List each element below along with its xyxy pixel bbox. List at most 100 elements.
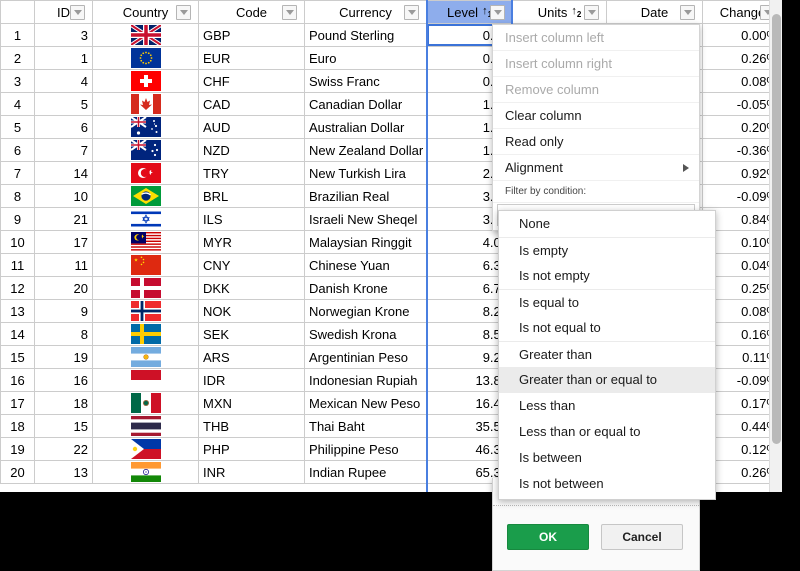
cell-currency[interactable]: Thai Baht (305, 415, 427, 438)
cell-code[interactable]: CHF (199, 70, 305, 93)
cell-currency[interactable]: Australian Dollar (305, 116, 427, 139)
cell-id[interactable]: 17 (35, 231, 93, 254)
vertical-scrollbar[interactable] (769, 0, 782, 492)
condition-item-is-between[interactable]: Is between (499, 445, 715, 471)
cell-currency[interactable]: Swiss Franc (305, 70, 427, 93)
condition-item-greater-than[interactable]: Greater than (499, 341, 715, 367)
column-header-id[interactable]: ID (35, 1, 93, 24)
cell-currency[interactable]: Danish Krone (305, 277, 427, 300)
row-number[interactable]: 14 (1, 323, 35, 346)
cell-code[interactable]: ILS (199, 208, 305, 231)
row-number[interactable]: 18 (1, 415, 35, 438)
row-number[interactable]: 11 (1, 254, 35, 277)
cell-country-flag[interactable] (93, 24, 199, 47)
cell-country-flag[interactable] (93, 116, 199, 139)
cell-id[interactable]: 8 (35, 323, 93, 346)
cell-country-flag[interactable] (93, 93, 199, 116)
context-menu-item-read-only[interactable]: Read only (493, 129, 699, 155)
row-number[interactable]: 5 (1, 116, 35, 139)
column-header-country[interactable]: Country (93, 1, 199, 24)
context-menu-item-alignment[interactable]: Alignment (493, 155, 699, 181)
cell-id[interactable]: 13 (35, 461, 93, 484)
row-number[interactable]: 10 (1, 231, 35, 254)
row-number[interactable]: 9 (1, 208, 35, 231)
cell-id[interactable]: 14 (35, 162, 93, 185)
cell-country-flag[interactable] (93, 70, 199, 93)
cell-code[interactable]: THB (199, 415, 305, 438)
cell-country-flag[interactable] (93, 392, 199, 415)
cell-id[interactable]: 6 (35, 116, 93, 139)
filter-condition-submenu[interactable]: NoneIs emptyIs not emptyIs equal toIs no… (498, 210, 716, 500)
row-number[interactable]: 7 (1, 162, 35, 185)
cell-currency[interactable]: Argentinian Peso (305, 346, 427, 369)
context-menu-item-clear-column[interactable]: Clear column (493, 103, 699, 129)
condition-item-is-equal-to[interactable]: Is equal to (499, 289, 715, 315)
cell-code[interactable]: NZD (199, 139, 305, 162)
cell-id[interactable]: 5 (35, 93, 93, 116)
condition-item-is-not-between[interactable]: Is not between (499, 471, 715, 497)
cell-id[interactable]: 4 (35, 70, 93, 93)
cell-code[interactable]: MXN (199, 392, 305, 415)
cell-code[interactable]: BRL (199, 185, 305, 208)
cell-id[interactable]: 1 (35, 47, 93, 70)
cell-code[interactable]: TRY (199, 162, 305, 185)
cell-id[interactable]: 22 (35, 438, 93, 461)
condition-item-less-than[interactable]: Less than (499, 393, 715, 419)
vertical-scrollbar-thumb[interactable] (772, 14, 781, 444)
cell-id[interactable]: 11 (35, 254, 93, 277)
cell-currency[interactable]: Philippine Peso (305, 438, 427, 461)
cell-code[interactable]: GBP (199, 24, 305, 47)
cell-code[interactable]: PHP (199, 438, 305, 461)
cell-id[interactable]: 7 (35, 139, 93, 162)
cell-country-flag[interactable] (93, 369, 199, 392)
column-context-menu[interactable]: Insert column leftInsert column rightRem… (492, 24, 700, 231)
row-number[interactable]: 4 (1, 93, 35, 116)
condition-item-is-not-empty[interactable]: Is not empty (499, 263, 715, 289)
cell-id[interactable]: 18 (35, 392, 93, 415)
cell-id[interactable]: 15 (35, 415, 93, 438)
cell-id[interactable]: 10 (35, 185, 93, 208)
condition-item-less-than-or-equal-to[interactable]: Less than or equal to (499, 419, 715, 445)
cell-currency[interactable]: New Turkish Lira (305, 162, 427, 185)
cell-currency[interactable]: Pound Sterling (305, 24, 427, 47)
cell-country-flag[interactable] (93, 461, 199, 484)
column-header-code[interactable]: Code (199, 1, 305, 24)
cell-code[interactable]: NOK (199, 300, 305, 323)
cell-currency[interactable]: Israeli New Sheqel (305, 208, 427, 231)
column-header-units[interactable]: Units ↑2 (513, 1, 607, 24)
cell-country-flag[interactable] (93, 139, 199, 162)
cell-currency[interactable]: Malaysian Ringgit (305, 231, 427, 254)
condition-item-none[interactable]: None (499, 211, 715, 237)
row-number[interactable]: 1 (1, 24, 35, 47)
cell-currency[interactable]: Swedish Krona (305, 323, 427, 346)
cell-id[interactable]: 9 (35, 300, 93, 323)
filter-button-level[interactable] (490, 5, 505, 20)
column-header-level[interactable]: Level ↑1 (427, 1, 513, 24)
row-number[interactable]: 12 (1, 277, 35, 300)
cell-country-flag[interactable] (93, 300, 199, 323)
cell-country-flag[interactable] (93, 277, 199, 300)
row-number[interactable]: 15 (1, 346, 35, 369)
cell-currency[interactable]: Chinese Yuan (305, 254, 427, 277)
cell-currency[interactable]: Canadian Dollar (305, 93, 427, 116)
row-number[interactable]: 13 (1, 300, 35, 323)
cell-code[interactable]: SEK (199, 323, 305, 346)
cell-currency[interactable]: Norwegian Krone (305, 300, 427, 323)
row-number[interactable]: 3 (1, 70, 35, 93)
row-number[interactable]: 20 (1, 461, 35, 484)
row-number[interactable]: 17 (1, 392, 35, 415)
cell-country-flag[interactable] (93, 162, 199, 185)
ok-button[interactable]: OK (507, 524, 589, 550)
cell-country-flag[interactable] (93, 415, 199, 438)
row-number[interactable]: 16 (1, 369, 35, 392)
cell-country-flag[interactable] (93, 208, 199, 231)
filter-button-units[interactable] (584, 5, 599, 20)
filter-button-id[interactable] (70, 5, 85, 20)
cell-code[interactable]: EUR (199, 47, 305, 70)
column-header-currency[interactable]: Currency (305, 1, 427, 24)
row-number[interactable]: 8 (1, 185, 35, 208)
row-number[interactable]: 19 (1, 438, 35, 461)
cell-currency[interactable]: Indonesian Rupiah (305, 369, 427, 392)
cell-code[interactable]: MYR (199, 231, 305, 254)
cancel-button[interactable]: Cancel (601, 524, 683, 550)
